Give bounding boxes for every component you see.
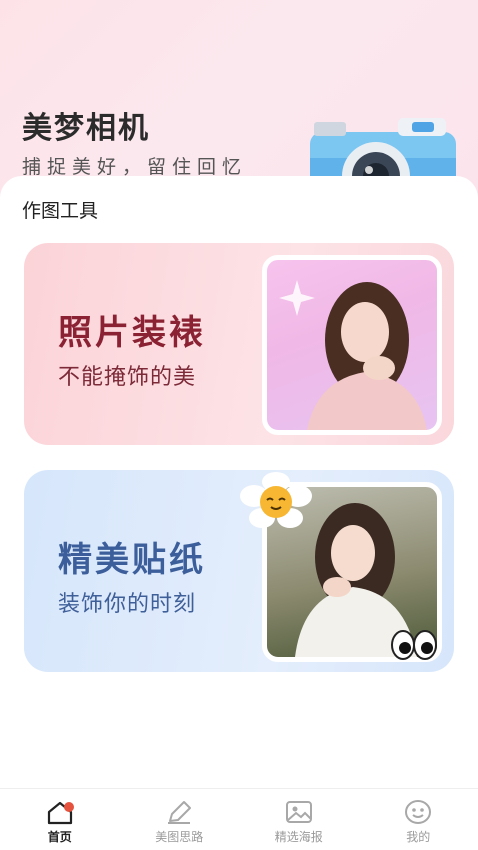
tab-posters[interactable]: 精选海报 (239, 789, 359, 850)
tab-profile[interactable]: 我的 (359, 789, 478, 850)
app-title: 美梦相机 (22, 111, 150, 146)
tab-label: 精选海报 (274, 830, 323, 844)
portrait-illustration (279, 280, 427, 430)
image-icon (285, 801, 312, 823)
home-icon (47, 801, 74, 825)
tab-home[interactable]: 首页 (0, 789, 120, 850)
portrait-photo (262, 255, 442, 435)
section-title: 作图工具 (22, 200, 99, 222)
bottom-tab-bar: 首页 美图思路 精选海报 我的 (0, 788, 478, 850)
smiley-icon (405, 800, 432, 824)
flower-sticker-icon (240, 472, 312, 528)
app-subtitle: 捕捉美好，留住回忆 (22, 156, 248, 178)
card-subtitle: 不能掩饰的美 (58, 365, 197, 390)
header-banner: 美梦相机 捕捉美好，留住回忆 (0, 0, 478, 200)
tab-label: 美图思路 (155, 830, 204, 844)
card-title: 照片装裱 (58, 313, 206, 353)
tab-ideas[interactable]: 美图思路 (120, 789, 240, 850)
tab-label: 我的 (406, 830, 431, 844)
tab-label: 首页 (47, 830, 72, 844)
pencil-icon (168, 801, 192, 824)
card-title: 精美贴纸 (58, 540, 206, 580)
sticker-card[interactable]: 精美贴纸 装饰你的时刻 (24, 470, 454, 672)
card-subtitle: 装饰你的时刻 (58, 592, 197, 617)
googly-eyes-icon (391, 630, 437, 660)
photo-frame-card[interactable]: 照片装裱 不能掩饰的美 (24, 243, 454, 445)
